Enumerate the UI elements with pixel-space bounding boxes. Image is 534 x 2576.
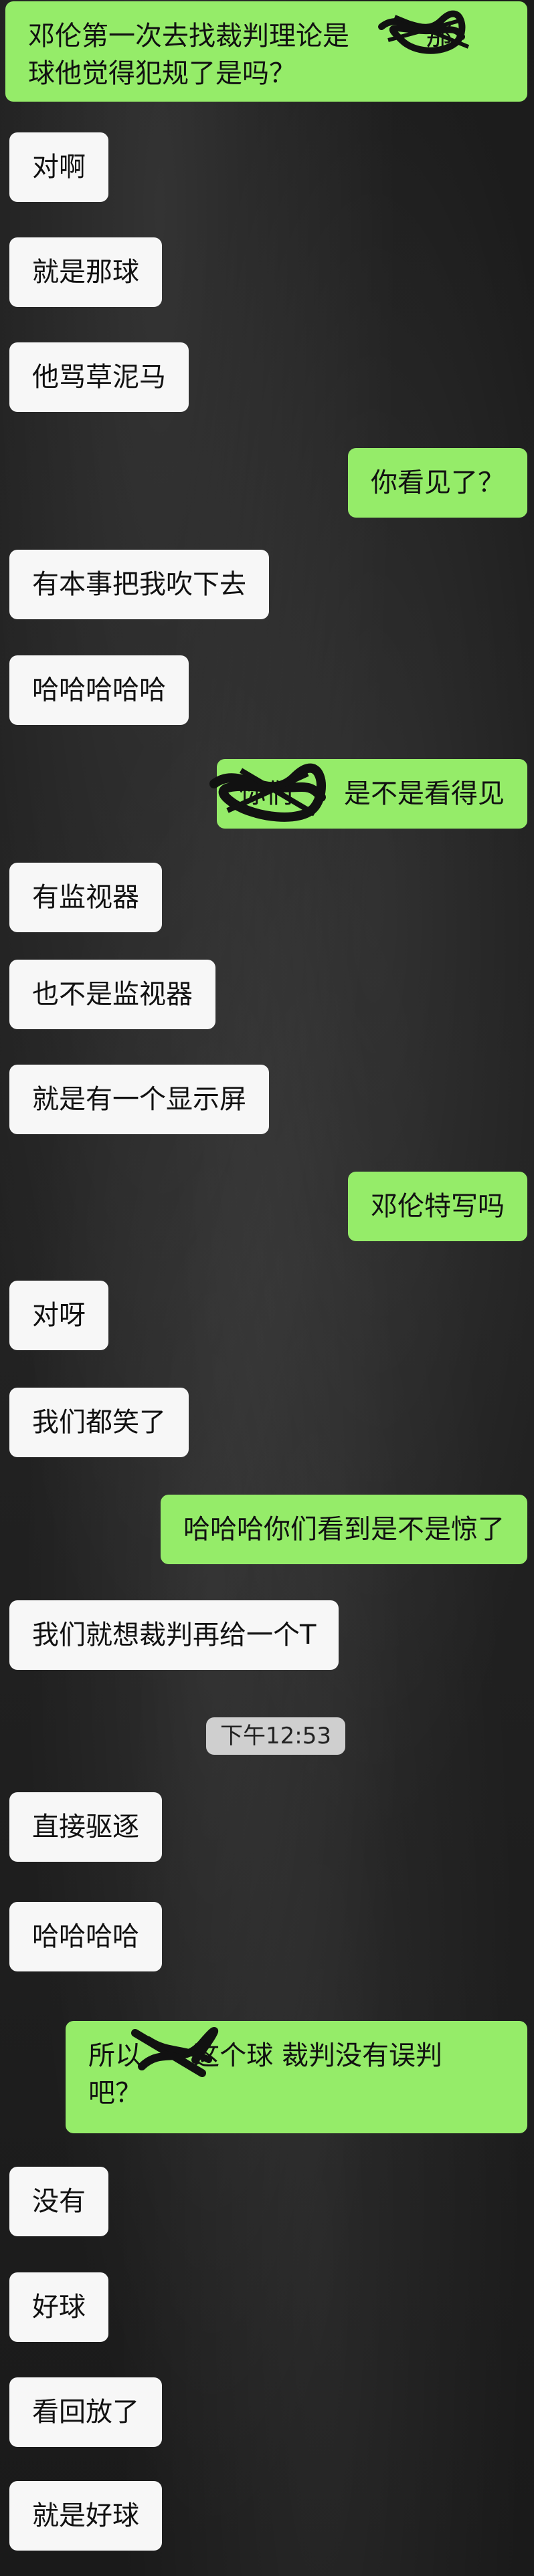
message-bubble-incoming[interactable]: 直接驱逐: [9, 1792, 162, 1862]
message-bubble-incoming[interactable]: 哈哈哈哈: [9, 1902, 162, 1971]
message-bubble-incoming[interactable]: 就是那球: [9, 237, 162, 307]
chat-thread: 邓伦第一次去找裁判理论是 那 球他觉得犯规了是吗？ 对啊 就是那球 他骂草泥马 …: [0, 0, 534, 2576]
message-bubble-incoming[interactable]: 就是好球: [9, 2481, 162, 2551]
message-bubble-outgoing[interactable]: 你们 是不是看得见: [216, 759, 527, 829]
message-bubble-incoming[interactable]: 有本事把我吹下去: [9, 550, 269, 619]
message-bubble-incoming[interactable]: 对啊: [9, 132, 108, 202]
message-bubble-outgoing[interactable]: 所以 这个球 裁判没有误判 吧？: [66, 2021, 527, 2133]
message-bubble-incoming[interactable]: 对呀: [9, 1281, 108, 1350]
message-bubble-outgoing[interactable]: 邓伦第一次去找裁判理论是 那 球他觉得犯规了是吗？: [5, 1, 527, 102]
message-bubble-incoming[interactable]: 看回放了: [9, 2377, 162, 2447]
timestamp-pill: 下午12:53: [206, 1717, 345, 1755]
message-bubble-incoming[interactable]: 哈哈哈哈哈: [9, 655, 189, 725]
message-bubble-incoming[interactable]: 他骂草泥马: [9, 342, 189, 412]
message-bubble-incoming[interactable]: 没有: [9, 2167, 108, 2236]
message-bubble-incoming[interactable]: 好球: [9, 2272, 108, 2342]
message-bubble-outgoing[interactable]: 邓伦特写吗: [348, 1172, 527, 1241]
message-bubble-outgoing[interactable]: 你看见了？: [348, 448, 527, 518]
message-bubble-incoming[interactable]: 就是有一个显示屏: [9, 1065, 269, 1134]
message-bubble-incoming[interactable]: 也不是监视器: [9, 960, 215, 1029]
message-bubble-outgoing[interactable]: 哈哈哈你们看到是不是惊了: [161, 1495, 527, 1564]
message-bubble-incoming[interactable]: 我们都笑了: [9, 1388, 189, 1457]
message-bubble-incoming[interactable]: 有监视器: [9, 863, 162, 932]
message-bubble-incoming[interactable]: 我们就想裁判再给一个T: [9, 1600, 339, 1670]
